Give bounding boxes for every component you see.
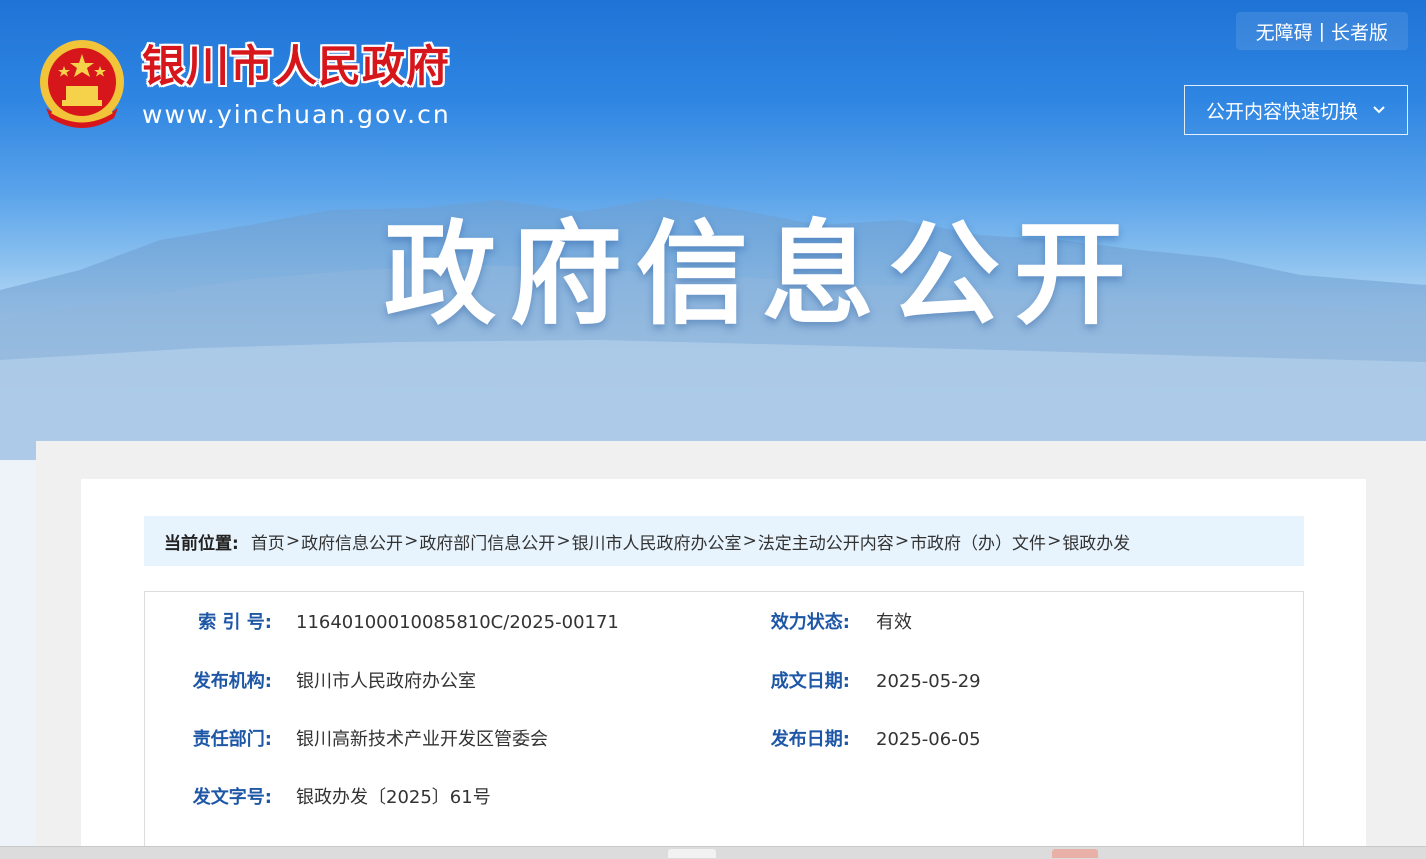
meta-label-index: 索 引 号: — [198, 612, 272, 633]
bottom-strip-tab[interactable] — [668, 849, 716, 858]
accessibility-bar: 无障碍 | 长者版 — [1235, 12, 1408, 50]
breadcrumb-separator: > — [1047, 531, 1062, 551]
breadcrumb-separator: > — [894, 531, 910, 551]
meta-label-publisher: 发布机构: — [192, 671, 272, 692]
meta-value-dept: 银川高新技术产业开发区管委会 — [296, 729, 548, 750]
meta-label-dept: 责任部门: — [192, 729, 272, 750]
quick-switch-dropdown[interactable]: 公开内容快速切换 — [1184, 85, 1408, 135]
breadcrumb: 当前位置: 首页 > 政府信息公开 > 政府部门信息公开 > 银川市人民政府办公… — [144, 516, 1304, 566]
site-name: 银川市人民政府 — [142, 42, 450, 92]
accessibility-link[interactable]: 无障碍 — [1256, 18, 1313, 45]
breadcrumb-separator: > — [285, 531, 301, 551]
meta-value-status: 有效 — [876, 612, 912, 633]
breadcrumb-item-home[interactable]: 首页 — [251, 529, 285, 554]
meta-value-index: 11640100010085810C/2025-00171 — [296, 612, 619, 633]
meta-row-published: 发布日期: 2025-06-05 — [766, 728, 981, 752]
site-url: www.yinchuan.gov.cn — [142, 100, 451, 129]
breadcrumb-separator: > — [742, 531, 757, 551]
meta-label-docno: 发文字号: — [192, 787, 272, 808]
meta-label-published: 发布日期: — [770, 729, 850, 750]
breadcrumb-item-statutory-content[interactable]: 法定主动公开内容 — [758, 529, 894, 554]
meta-row-dept: 责任部门: 银川高新技术产业开发区管委会 — [188, 728, 548, 752]
meta-row-created: 成文日期: 2025-05-29 — [766, 670, 981, 694]
breadcrumb-item-dept-disclosure[interactable]: 政府部门信息公开 — [419, 529, 555, 554]
chevron-down-icon — [1373, 106, 1385, 114]
site-logo[interactable]: 银川市人民政府 www.yinchuan.gov.cn — [36, 38, 451, 134]
meta-value-docno: 银政办发〔2025〕61号 — [296, 787, 491, 808]
hero-title: 政府信息公开 — [384, 210, 1140, 340]
breadcrumb-item-yinzhengbanfa[interactable]: 银政办发 — [1062, 529, 1130, 554]
elder-mode-link[interactable]: 长者版 — [1331, 18, 1388, 45]
meta-value-publisher: 银川市人民政府办公室 — [296, 671, 476, 692]
breadcrumb-label: 当前位置: — [164, 533, 239, 554]
meta-row-index: 索 引 号: 11640100010085810C/2025-00171 — [188, 611, 619, 635]
meta-row-publisher: 发布机构: 银川市人民政府办公室 — [188, 670, 476, 694]
accessibility-separator: | — [1318, 20, 1325, 42]
breadcrumb-item-gov-office[interactable]: 银川市人民政府办公室 — [572, 529, 742, 554]
national-emblem-icon — [40, 40, 124, 128]
meta-row-status: 效力状态: 有效 — [766, 611, 912, 635]
meta-label-created: 成文日期: — [770, 671, 850, 692]
breadcrumb-item-info-disclosure[interactable]: 政府信息公开 — [301, 529, 403, 554]
header-banner: 银川市人民政府 www.yinchuan.gov.cn 无障碍 | 长者版 公开… — [0, 0, 1426, 460]
breadcrumb-separator: > — [556, 531, 571, 551]
breadcrumb-item-gov-documents[interactable]: 市政府（办）文件 — [910, 529, 1046, 554]
quick-switch-label: 公开内容快速切换 — [1205, 100, 1358, 123]
meta-value-created: 2025-05-29 — [876, 671, 981, 692]
meta-label-status: 效力状态: — [770, 612, 850, 633]
meta-row-docno: 发文字号: 银政办发〔2025〕61号 — [188, 786, 491, 810]
bottom-strip-tab-highlight[interactable] — [1052, 849, 1098, 858]
breadcrumb-separator: > — [404, 531, 419, 551]
meta-value-published: 2025-06-05 — [876, 729, 981, 750]
